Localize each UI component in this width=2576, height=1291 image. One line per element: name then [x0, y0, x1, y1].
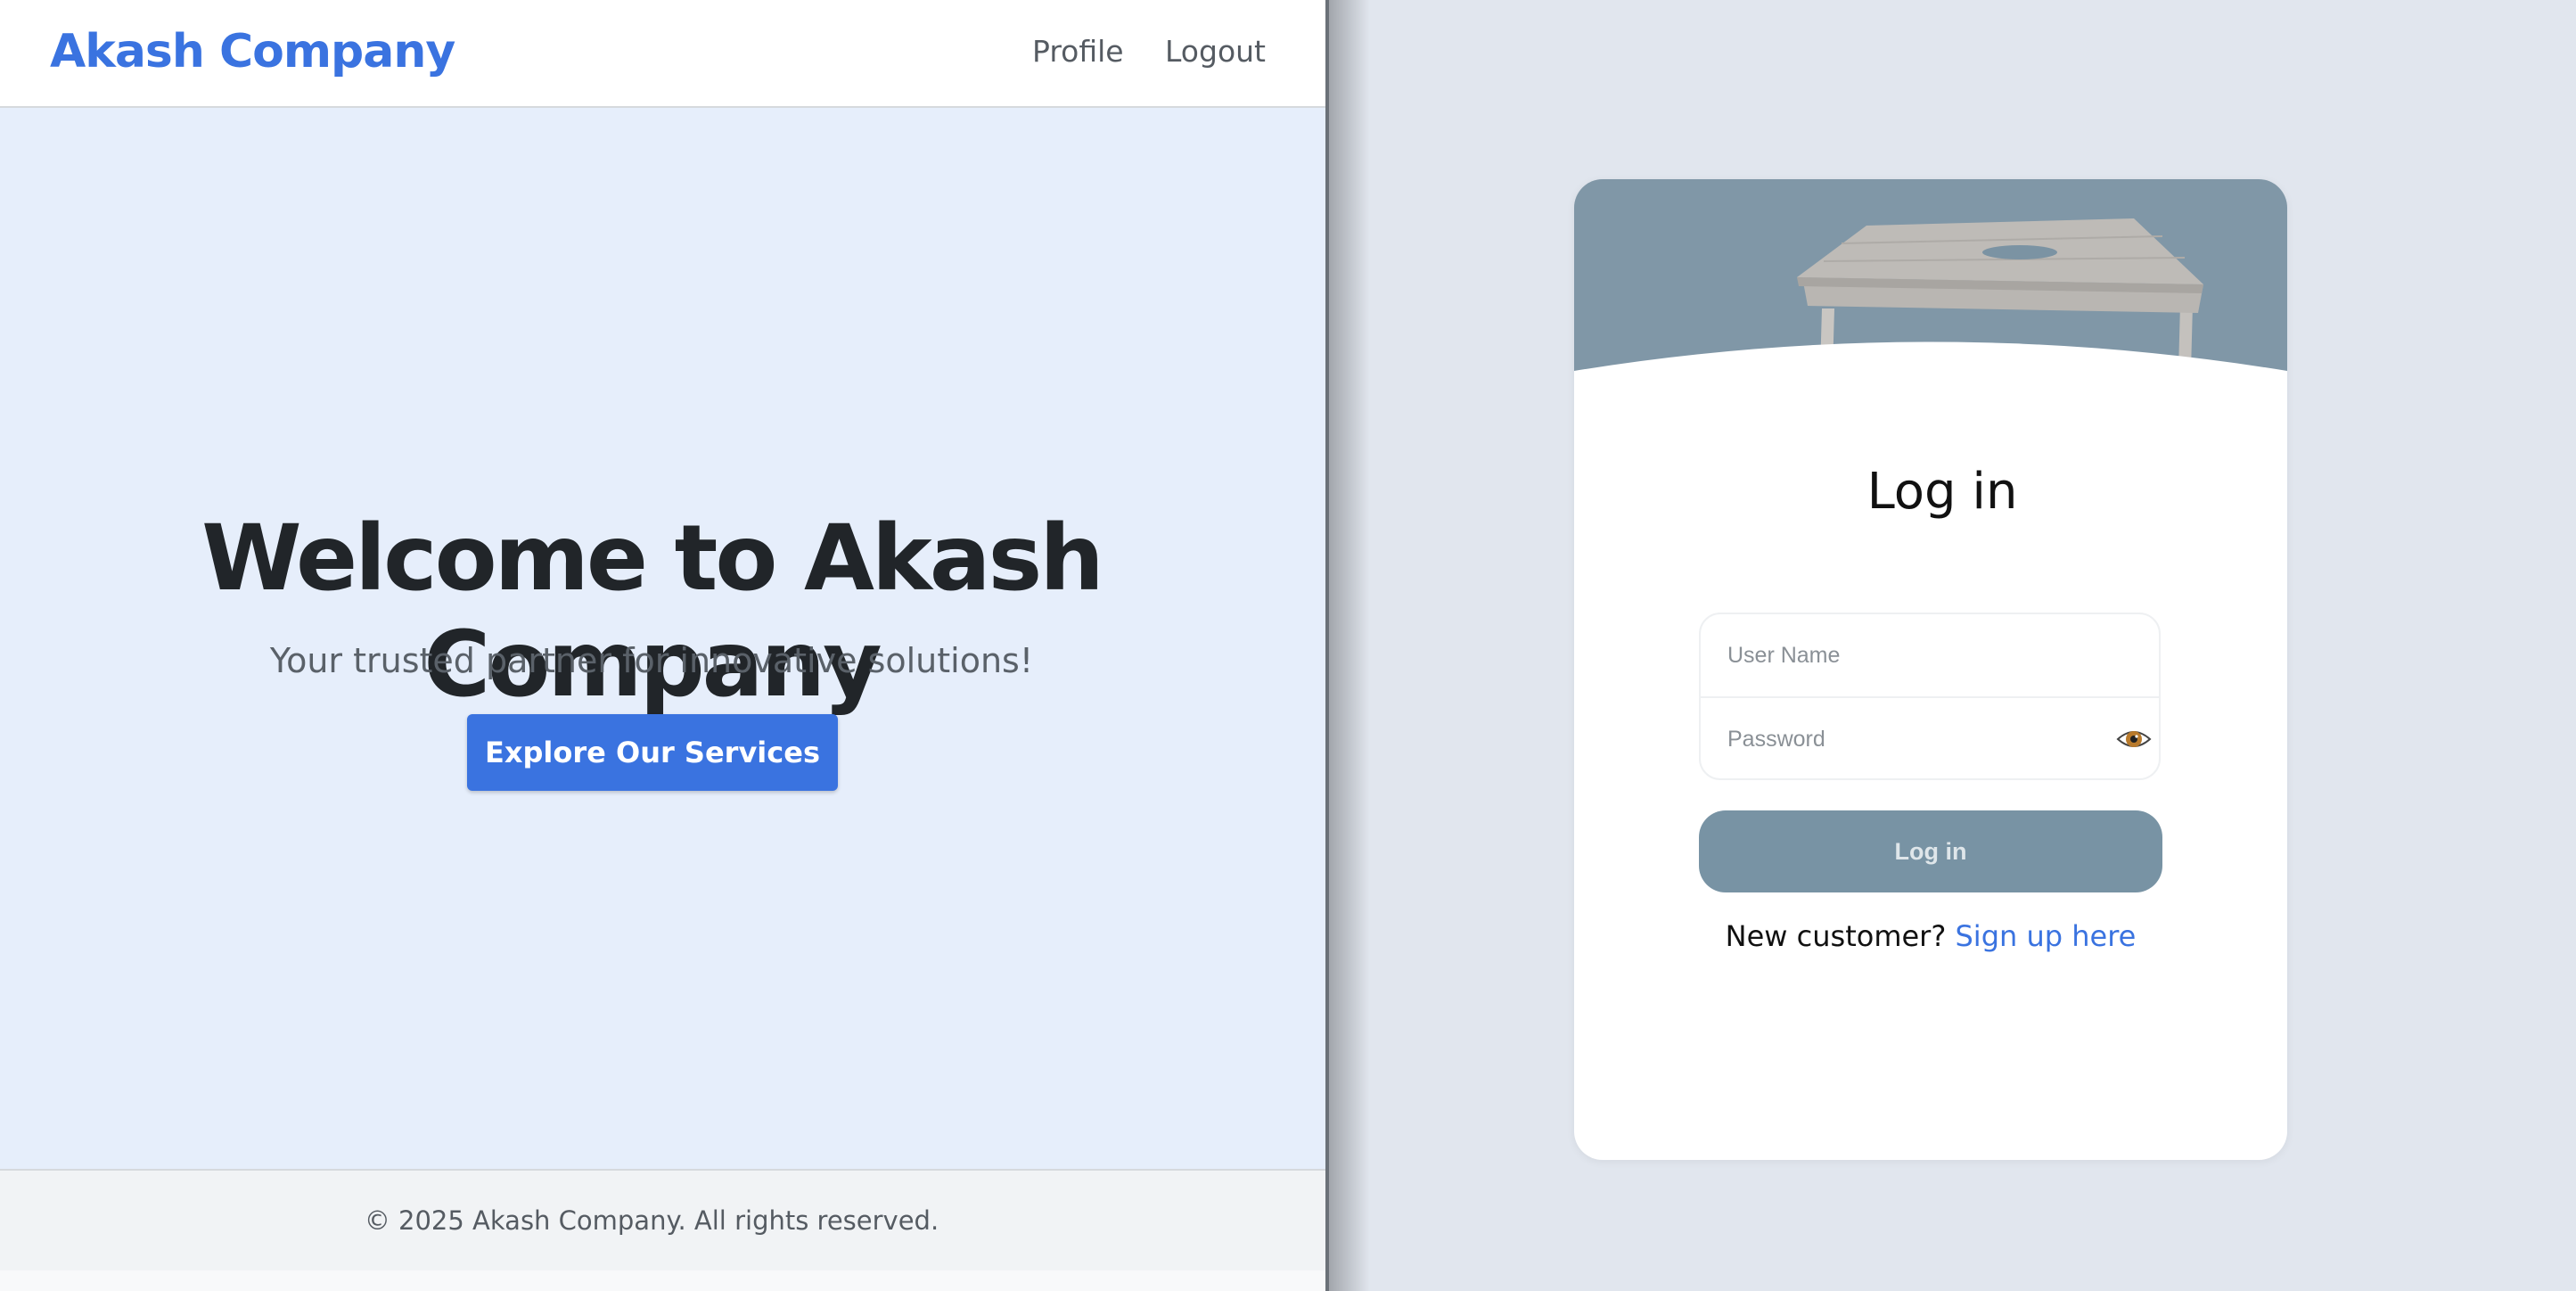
credentials-group — [1699, 613, 2161, 780]
pane-divider-shadow — [1329, 0, 1370, 1291]
stool-hero-image — [1574, 179, 2287, 371]
login-title: Log in — [1866, 463, 2018, 521]
eye-icon[interactable] — [2116, 723, 2152, 755]
navbar: Akash Company Profile Logout — [0, 0, 1325, 108]
signup-line: New customer? Sign up here — [1574, 919, 2287, 953]
footer-copyright: © 2025 Akash Company. All rights reserve… — [364, 1205, 939, 1236]
login-button[interactable]: Log in — [1699, 810, 2162, 892]
hero-subtitle: Your trusted partner for innovative solu… — [269, 641, 1034, 680]
website-pane: Akash Company Profile Logout Welcome to … — [0, 0, 1325, 1291]
signup-link[interactable]: Sign up here — [1955, 919, 2136, 953]
hero-section: Welcome to Akash Company Your trusted pa… — [0, 108, 1325, 1169]
brand-logo[interactable]: Akash Company — [50, 25, 455, 78]
username-input[interactable] — [1701, 614, 2159, 696]
signup-prompt: New customer? — [1725, 919, 1947, 953]
nav-logout-link[interactable]: Logout — [1165, 34, 1266, 69]
login-card: Log in Log in New customer? Sign up here — [1574, 179, 2287, 1160]
nav-profile-link[interactable]: Profile — [1032, 34, 1124, 69]
footer: © 2025 Akash Company. All rights reserve… — [0, 1169, 1325, 1270]
explore-services-button[interactable]: Explore Our Services — [467, 714, 838, 791]
hero-title: Welcome to Akash Company — [201, 506, 1104, 718]
password-input[interactable] — [1701, 698, 2159, 780]
